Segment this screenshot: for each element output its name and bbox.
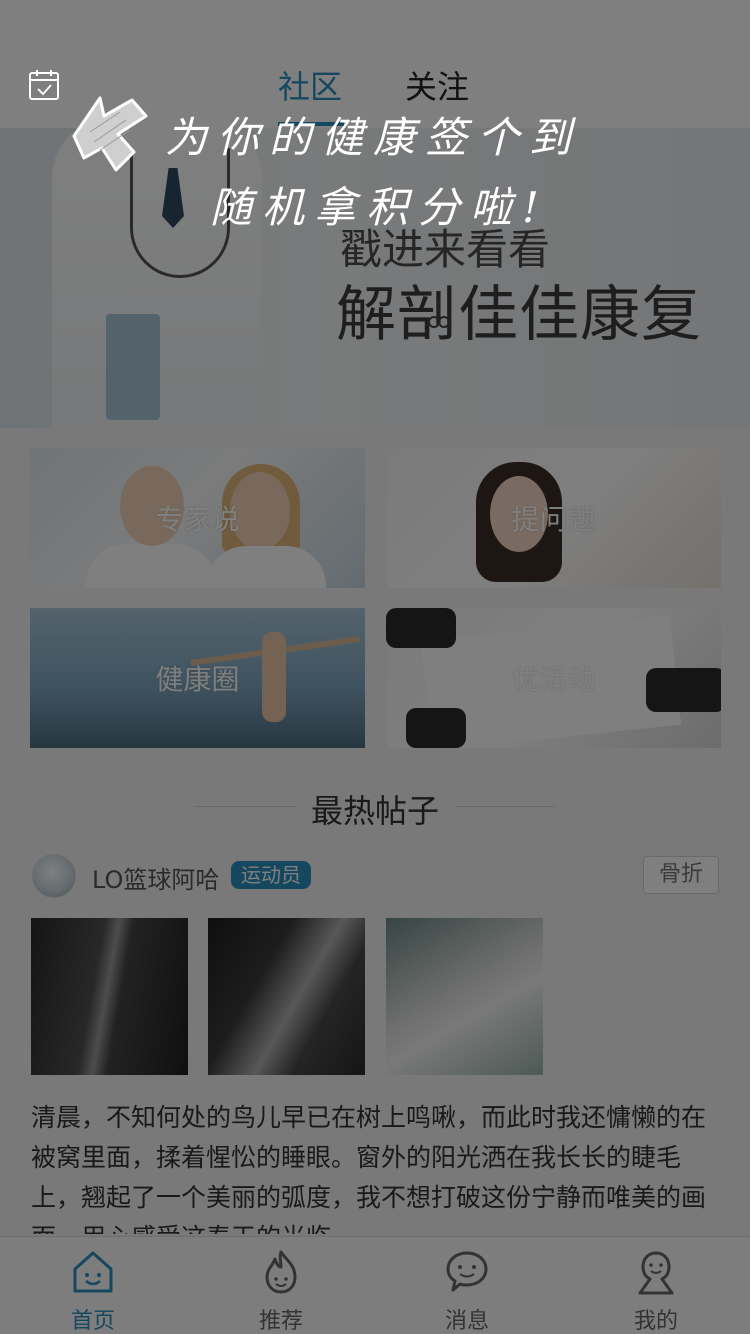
bottom-nav-dim	[0, 1236, 750, 1334]
pointer-arrow-icon	[72, 96, 148, 172]
guide-text-line2: 随机拿积分啦!	[210, 183, 549, 232]
guide-text-line1: 为你的健康签个到	[165, 113, 582, 162]
calendar-check-icon[interactable]	[28, 68, 62, 102]
